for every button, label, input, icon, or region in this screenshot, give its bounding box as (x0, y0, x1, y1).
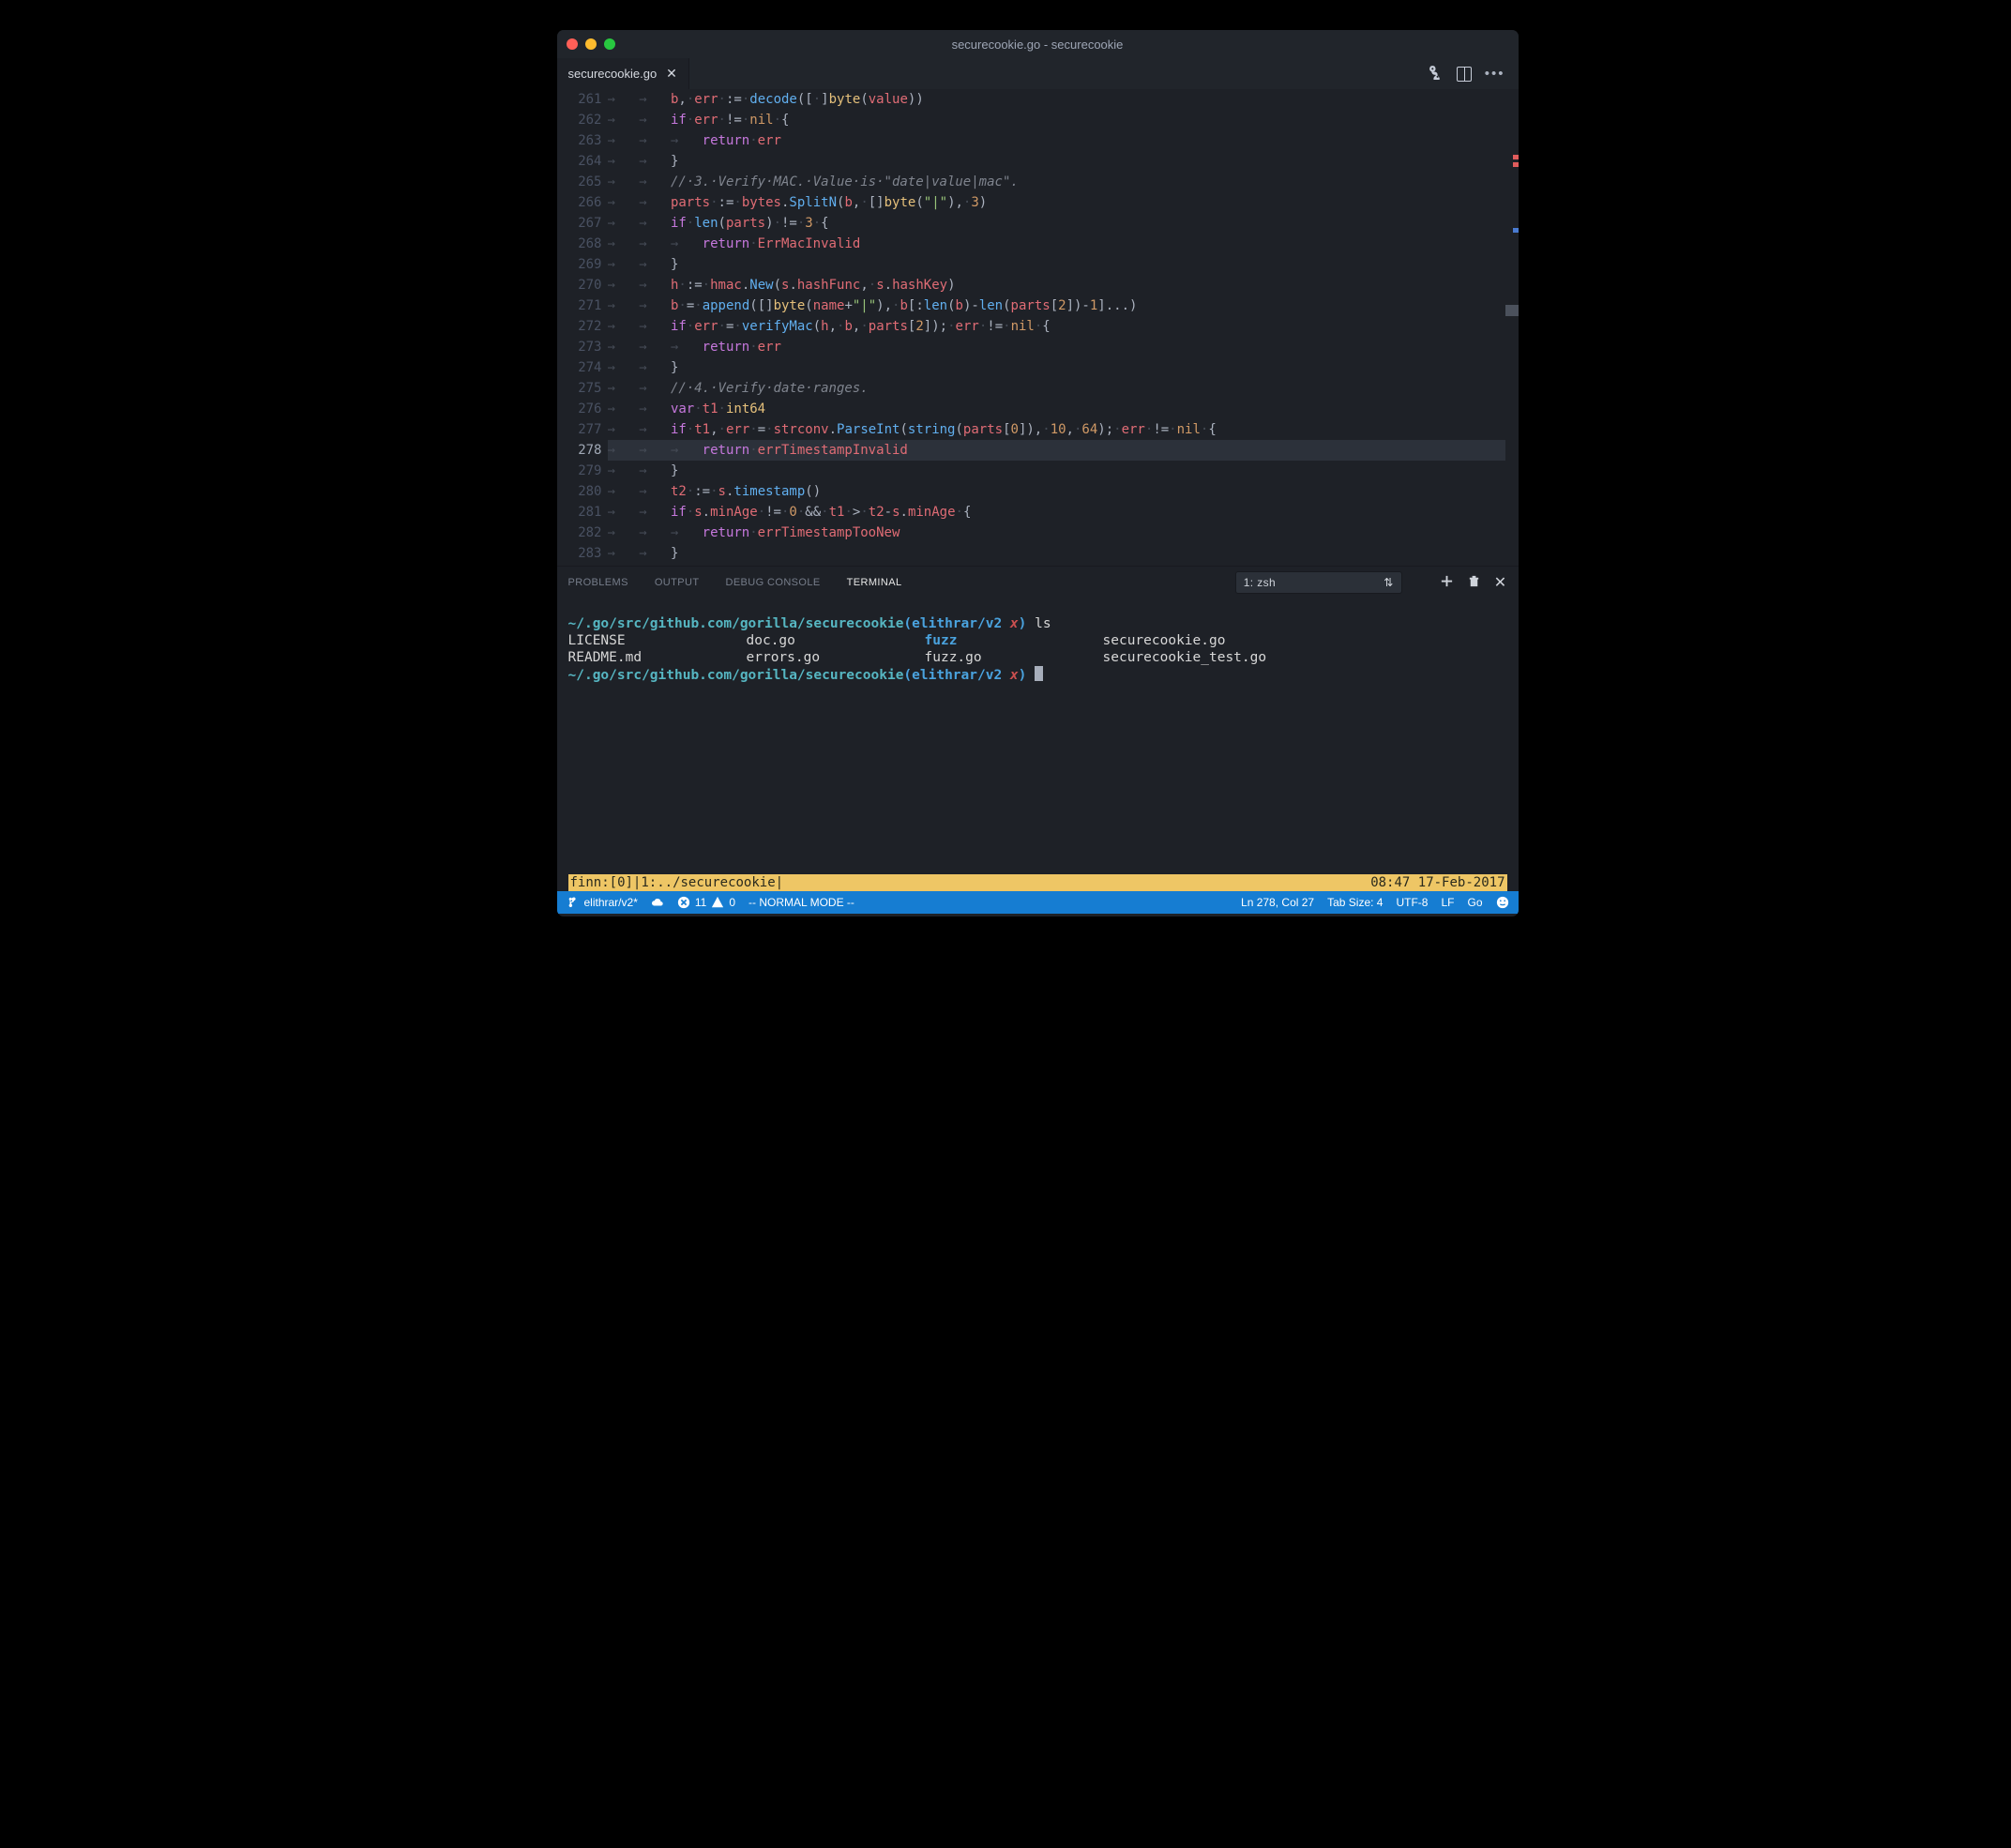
panel-tab-problems[interactable]: PROBLEMS (568, 577, 628, 588)
panel-tab-terminal[interactable]: TERMINAL (847, 577, 902, 588)
panel-tab-output[interactable]: OUTPUT (655, 577, 700, 588)
status-bar: elithrar/v2* 11 0 -- NORMAL MODE -- Ln 2… (557, 891, 1519, 914)
titlebar: securecookie.go - securecookie (557, 30, 1519, 58)
code-area[interactable]: → → b,·err·:=·decode([·]byte(value))→ → … (608, 89, 1505, 566)
cloud-sync-icon (651, 896, 664, 909)
encoding-status[interactable]: UTF-8 (1396, 896, 1428, 909)
window-title: securecookie.go - securecookie (557, 38, 1519, 52)
tmux-right: 08:47 17-Feb-2017 (1370, 874, 1504, 891)
compare-changes-icon[interactable] (1428, 64, 1444, 83)
git-branch-status[interactable]: elithrar/v2* (567, 896, 638, 909)
cursor-position-status[interactable]: Ln 278, Col 27 (1241, 896, 1314, 909)
tab-bar: securecookie.go ✕ ••• (557, 58, 1519, 89)
minimap-error-marker (1513, 155, 1519, 159)
editor-tab-label: securecookie.go (568, 67, 658, 81)
git-branch-icon (567, 896, 580, 909)
minimap[interactable] (1505, 89, 1519, 566)
terminal-cursor (1035, 666, 1043, 681)
panel: PROBLEMS OUTPUT DEBUG CONSOLE TERMINAL 1… (557, 566, 1519, 891)
minimap-viewport[interactable] (1505, 305, 1519, 316)
minimap-info-marker (1513, 228, 1519, 233)
terminal[interactable]: ~/.go/src/github.com/gorilla/securecooki… (557, 598, 1519, 891)
warning-icon (711, 896, 724, 909)
editor[interactable]: 2612622632642652662672682692702712722732… (557, 89, 1519, 566)
tmux-left: finn:[0]|1:../securecookie| (570, 874, 784, 891)
language-status[interactable]: Go (1467, 896, 1482, 909)
new-terminal-icon[interactable] (1440, 574, 1454, 591)
window-minimize-button[interactable] (585, 38, 597, 50)
problems-status[interactable]: 11 0 (677, 896, 735, 909)
kill-terminal-icon[interactable] (1467, 574, 1481, 591)
close-panel-icon[interactable]: ✕ (1494, 573, 1507, 592)
feedback-icon[interactable] (1496, 896, 1509, 909)
tmux-status-bar: finn:[0]|1:../securecookie| 08:47 17-Feb… (568, 874, 1507, 891)
minimap-error-marker (1513, 162, 1519, 167)
window-zoom-button[interactable] (604, 38, 615, 50)
editor-tab[interactable]: securecookie.go ✕ (557, 58, 689, 89)
git-sync-status[interactable] (651, 896, 664, 909)
indentation-status[interactable]: Tab Size: 4 (1327, 896, 1383, 909)
terminal-picker[interactable]: 1: zsh ⇅ (1235, 571, 1402, 594)
chevron-updown-icon: ⇅ (1384, 576, 1393, 589)
more-actions-icon[interactable]: ••• (1485, 66, 1505, 82)
line-number-gutter: 2612622632642652662672682692702712722732… (557, 89, 608, 566)
vim-mode-status: -- NORMAL MODE -- (748, 896, 854, 909)
error-icon (677, 896, 690, 909)
split-editor-icon[interactable] (1457, 67, 1472, 82)
window-close-button[interactable] (567, 38, 578, 50)
panel-tab-debug[interactable]: DEBUG CONSOLE (725, 577, 820, 588)
eol-status[interactable]: LF (1441, 896, 1454, 909)
vscode-window: securecookie.go - securecookie securecoo… (557, 30, 1519, 916)
close-icon[interactable]: ✕ (666, 66, 677, 82)
